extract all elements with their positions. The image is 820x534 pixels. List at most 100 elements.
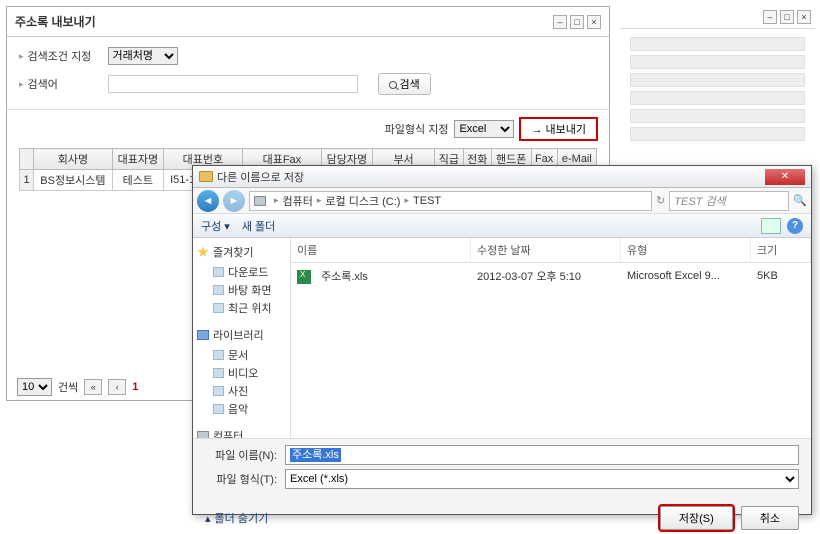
breadcrumb[interactable]: ▸ 컴퓨터 ▸ 로컬 디스크 (C:) ▸ TEST: [249, 191, 652, 211]
caret-icon: ▸: [19, 79, 24, 90]
maximize-button[interactable]: □: [780, 10, 794, 24]
organize-menu[interactable]: 구성 ▾: [201, 218, 230, 234]
minimize-button[interactable]: –: [763, 10, 777, 24]
col-header-type[interactable]: 유형: [621, 238, 751, 262]
tree-item-recent[interactable]: 최근 위치: [197, 299, 286, 317]
search-term-row: ▸ 검색어 검색: [19, 73, 597, 95]
search-button-label: 검색: [400, 79, 420, 91]
col-header-date[interactable]: 수정한 날짜: [471, 238, 621, 262]
save-body: 즐겨찾기 다운로드 바탕 화면 최근 위치 라이브러리 문서 비디오 사진 음악…: [193, 238, 811, 438]
filetype-row: 파일 형식(T): Excel (*.xls): [205, 469, 799, 489]
save-as-dialog: 다른 이름으로 저장 ✕ ◄ ► ▸ 컴퓨터 ▸ 로컬 디스크 (C:) ▸ T…: [192, 165, 812, 515]
col-header-name[interactable]: 이름: [291, 238, 471, 262]
tree-header-libraries[interactable]: 라이브러리: [197, 327, 286, 343]
secondary-window-controls: – □ ×: [620, 6, 815, 29]
export-button[interactable]: → 내보내기: [520, 118, 597, 140]
minimize-button[interactable]: –: [553, 15, 567, 29]
pictures-icon: [213, 386, 224, 396]
tree-item-downloads[interactable]: 다운로드: [197, 263, 286, 281]
search-icon: [389, 81, 397, 89]
folder-icon: [213, 267, 224, 277]
cancel-button[interactable]: 취소: [741, 506, 799, 530]
file-date: 2012-03-07 오후 5:10: [471, 266, 621, 286]
caret-icon: ▸: [19, 51, 24, 62]
search-button[interactable]: 검색: [378, 73, 431, 95]
pager-first[interactable]: «: [84, 379, 102, 395]
help-icon[interactable]: ?: [787, 218, 803, 234]
search-area: ▸ 검색조건 지정 거래처명 ▸ 검색어 검색: [7, 37, 609, 110]
desktop-icon: [213, 285, 224, 295]
save-bottom: 파일 이름(N): 주소록.xls 파일 형식(T): Excel (*.xls…: [193, 438, 811, 499]
tree-item-videos[interactable]: 비디오: [197, 364, 286, 382]
pager-prev[interactable]: ‹: [108, 379, 126, 395]
filetype-select[interactable]: Excel (*.xls): [285, 469, 799, 489]
close-button[interactable]: ×: [797, 10, 811, 24]
search-icon[interactable]: 🔍: [793, 194, 807, 207]
filename-label: 파일 이름(N):: [205, 447, 285, 463]
breadcrumb-item[interactable]: 컴퓨터: [283, 193, 313, 209]
folder-icon: [199, 171, 213, 182]
file-name: 주소록.xls: [315, 269, 374, 285]
new-folder-button[interactable]: 새 폴더: [242, 218, 275, 234]
folder-search-input[interactable]: TEST 검색: [669, 191, 789, 211]
page-size-label: 건씩: [58, 379, 78, 395]
breadcrumb-item[interactable]: TEST: [413, 195, 441, 207]
file-type: Microsoft Excel 9...: [621, 268, 751, 284]
file-format-label: 파일형식 지정: [385, 121, 449, 137]
maximize-button[interactable]: □: [570, 15, 584, 29]
toolbar: 구성 ▾ 새 폴더 ?: [193, 214, 811, 238]
file-list: 이름 수정한 날짜 유형 크기 주소록.xls 2012-03-07 오후 5:…: [291, 238, 811, 438]
col-header-size[interactable]: 크기: [751, 238, 811, 262]
pager-current: 1: [132, 381, 138, 393]
star-icon: [197, 246, 209, 258]
chevron-right-icon: ▸: [317, 195, 322, 206]
tree-item-pictures[interactable]: 사진: [197, 382, 286, 400]
format-row: 파일형식 지정 Excel → 내보내기: [7, 110, 609, 148]
export-title-text: 주소록 내보내기: [15, 13, 96, 30]
secondary-bars: [620, 29, 815, 149]
row-number: 1: [20, 170, 34, 191]
excel-file-icon: [297, 270, 311, 284]
action-buttons: 저장(S) 취소: [660, 506, 799, 530]
search-term-input[interactable]: [108, 75, 358, 93]
save-button[interactable]: 저장(S): [660, 506, 733, 530]
breadcrumb-item[interactable]: 로컬 디스크 (C:): [325, 193, 400, 209]
refresh-icon[interactable]: ↻: [656, 194, 665, 207]
placeholder-bar: [630, 55, 805, 69]
tree-favorites: 즐겨찾기 다운로드 바탕 화면 최근 위치: [197, 244, 286, 317]
filetype-label: 파일 형식(T):: [205, 471, 285, 487]
col-rep[interactable]: 대표자명: [112, 149, 163, 170]
row-selector-header[interactable]: [20, 149, 34, 170]
computer-icon: [254, 196, 266, 206]
tree-libraries: 라이브러리 문서 비디오 사진 음악: [197, 327, 286, 418]
cell-rep[interactable]: 테스트: [112, 170, 163, 191]
list-header: 이름 수정한 날짜 유형 크기: [291, 238, 811, 263]
col-company[interactable]: 회사명: [34, 149, 113, 170]
close-button[interactable]: ✕: [765, 169, 805, 185]
page-size-select[interactable]: 10: [17, 378, 52, 396]
save-title-text: 다른 이름으로 저장: [217, 169, 304, 185]
tree-item-documents[interactable]: 문서: [197, 346, 286, 364]
nav-forward-button[interactable]: ►: [223, 190, 245, 212]
tree-item-desktop[interactable]: 바탕 화면: [197, 281, 286, 299]
placeholder-bar: [630, 91, 805, 105]
tree-header-computer[interactable]: 컴퓨터: [197, 428, 286, 438]
search-condition-row: ▸ 검색조건 지정 거래처명: [19, 47, 597, 65]
cell-company[interactable]: BS정보시스템: [34, 170, 113, 191]
file-row[interactable]: 주소록.xls 2012-03-07 오후 5:10 Microsoft Exc…: [291, 263, 811, 289]
nav-tree: 즐겨찾기 다운로드 바탕 화면 최근 위치 라이브러리 문서 비디오 사진 음악…: [193, 238, 291, 438]
tree-item-music[interactable]: 음악: [197, 400, 286, 418]
search-condition-select[interactable]: 거래처명: [108, 47, 178, 65]
file-format-select[interactable]: Excel: [454, 120, 514, 138]
tree-header-favorites[interactable]: 즐겨찾기: [197, 244, 286, 260]
close-button[interactable]: ×: [587, 15, 601, 29]
recent-icon: [213, 303, 224, 313]
secondary-panel: – □ ×: [620, 6, 815, 166]
library-icon: [197, 330, 209, 340]
videos-icon: [213, 368, 224, 378]
view-options-icon[interactable]: [761, 218, 781, 234]
filename-input[interactable]: 주소록.xls: [285, 445, 799, 465]
nav-back-button[interactable]: ◄: [197, 190, 219, 212]
documents-icon: [213, 350, 224, 360]
hide-folders-toggle[interactable]: ▴ 폴더 숨기기: [205, 510, 268, 526]
